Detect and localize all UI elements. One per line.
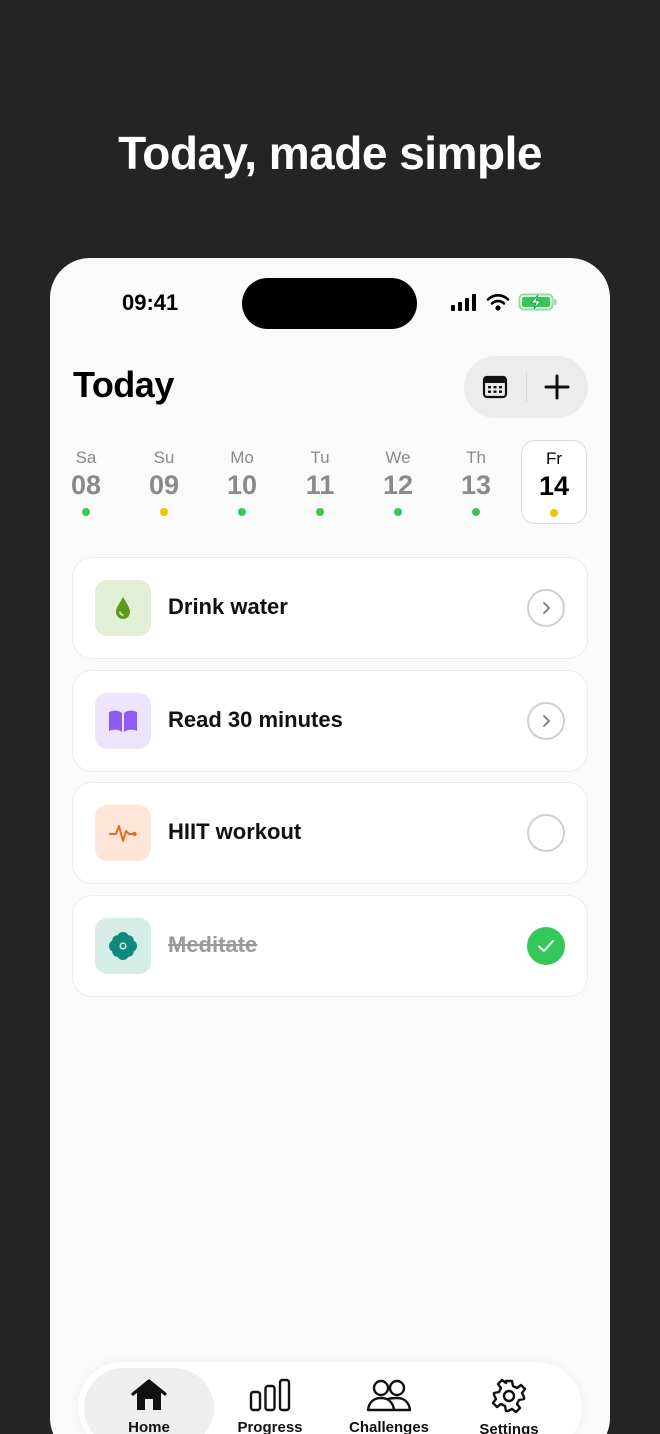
checkmark-icon xyxy=(538,940,554,952)
tab-challenges[interactable]: Challenges xyxy=(324,1368,454,1434)
page: Today, made simple 09:41 Today Sa 08 Su … xyxy=(0,0,660,1434)
bar-chart-icon xyxy=(249,1378,291,1412)
day-number: 13 xyxy=(460,470,492,500)
habit-icon-tile xyxy=(95,693,151,749)
habit-icon-tile xyxy=(95,580,151,636)
day-number: 09 xyxy=(148,470,180,500)
home-icon xyxy=(131,1379,167,1410)
habit-complete-toggle[interactable] xyxy=(527,927,565,965)
wifi-icon xyxy=(486,294,510,311)
habit-label: HIIT workout xyxy=(168,819,302,844)
habit-icon-tile xyxy=(95,918,151,974)
week-day-picker: Sa 08 Su 09 Mo 10 Tu 11 We 12 Th 13 Fr 1… xyxy=(50,440,610,524)
day-status-dot xyxy=(160,508,168,516)
tab-progress[interactable]: Progress xyxy=(205,1368,335,1434)
day-name: Sa xyxy=(75,448,97,467)
tab-settings[interactable]: Settings xyxy=(444,1368,574,1434)
tab-label: Settings xyxy=(479,1421,539,1434)
habit-card[interactable]: Meditate xyxy=(72,895,588,997)
day-name: Mo xyxy=(230,448,254,467)
header-actions xyxy=(464,356,588,418)
status-icons xyxy=(450,292,558,312)
tab-label: Progress xyxy=(237,1419,303,1434)
day-item[interactable]: Su 09 xyxy=(131,440,197,524)
heartbeat-icon xyxy=(109,825,137,842)
day-status-dot xyxy=(550,509,558,517)
dynamic-island xyxy=(242,278,417,329)
add-habit-button[interactable] xyxy=(526,356,588,418)
page-title: Today xyxy=(73,364,174,405)
day-number: 10 xyxy=(226,470,258,500)
status-time: 09:41 xyxy=(122,290,179,315)
day-name: We xyxy=(385,448,411,467)
day-item-selected[interactable]: Fr 14 xyxy=(521,440,587,524)
day-number: 12 xyxy=(382,470,414,500)
tab-bar: Home Progress Challenges Settings xyxy=(78,1362,582,1434)
habit-open-button[interactable] xyxy=(527,589,565,627)
marketing-headline: Today, made simple xyxy=(118,127,542,179)
day-name: Fr xyxy=(545,449,563,468)
chevron-right-icon xyxy=(543,715,550,727)
habit-card[interactable]: Read 30 minutes xyxy=(72,670,588,772)
day-name: Tu xyxy=(310,448,330,467)
chevron-right-icon xyxy=(543,602,550,614)
habit-label: Meditate xyxy=(168,932,258,957)
day-number: 11 xyxy=(305,470,335,500)
book-icon xyxy=(109,710,137,732)
people-icon xyxy=(366,1379,412,1412)
gear-icon xyxy=(491,1378,527,1414)
day-number: 14 xyxy=(538,471,570,501)
tab-home[interactable]: Home xyxy=(84,1368,214,1434)
habit-card[interactable]: Drink water xyxy=(72,557,588,659)
day-item[interactable]: Tu 11 xyxy=(287,440,353,524)
day-status-dot xyxy=(238,508,246,516)
day-status-dot xyxy=(472,508,480,516)
habit-label: Read 30 minutes xyxy=(168,707,343,732)
calendar-icon xyxy=(482,375,507,399)
battery-charging-icon xyxy=(518,293,557,311)
habit-complete-toggle[interactable] xyxy=(527,814,565,852)
habit-icon-tile xyxy=(95,805,151,861)
plus-icon xyxy=(544,374,570,400)
day-status-dot xyxy=(82,508,90,516)
cellular-signal-icon xyxy=(451,294,476,311)
tab-label: Home xyxy=(128,1419,170,1434)
day-status-dot xyxy=(394,508,402,516)
flower-icon xyxy=(109,932,137,960)
day-item[interactable]: We 12 xyxy=(365,440,431,524)
calendar-button[interactable] xyxy=(464,356,526,418)
habit-open-button[interactable] xyxy=(527,702,565,740)
habit-label: Drink water xyxy=(168,594,288,619)
water-drop-icon xyxy=(116,597,130,619)
phone-frame: 09:41 Today Sa 08 Su 09 Mo 10 Tu 11 We 1… xyxy=(50,258,610,1434)
tab-label: Challenges xyxy=(348,1419,430,1434)
day-item[interactable]: Th 13 xyxy=(443,440,509,524)
day-status-dot xyxy=(316,508,324,516)
habit-card[interactable]: HIIT workout xyxy=(72,782,588,884)
day-item[interactable]: Mo 10 xyxy=(209,440,275,524)
day-name: Th xyxy=(466,448,486,467)
day-number: 08 xyxy=(70,470,102,500)
day-name: Su xyxy=(153,448,175,467)
day-item[interactable]: Sa 08 xyxy=(53,440,119,524)
